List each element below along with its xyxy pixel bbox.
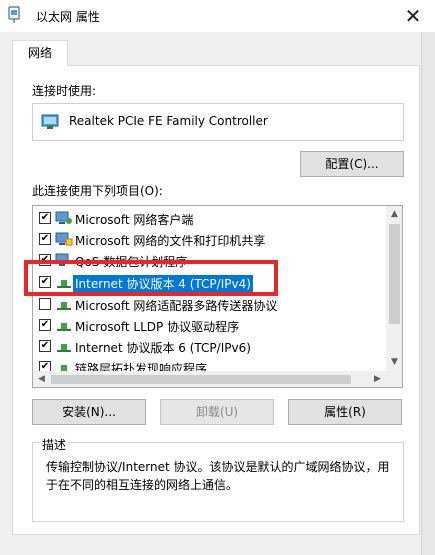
adapter-box: Realtek PCIe FE Family Controller bbox=[32, 103, 404, 141]
scroll-left-icon[interactable]: ◀ bbox=[33, 371, 50, 387]
scroll-down-icon[interactable]: ▼ bbox=[386, 354, 402, 371]
scrollbar-corner bbox=[386, 371, 402, 387]
checkbox-checked[interactable]: ✔ bbox=[39, 233, 51, 245]
list-item-label: Internet 协议版本 6 (TCP/IPv6) bbox=[75, 341, 251, 355]
scroll-up-icon[interactable]: ▲ bbox=[386, 206, 402, 223]
items-label: 此连接使用下列项目(O): bbox=[32, 184, 163, 198]
list-item-label: QoS 数据包计划程序 bbox=[75, 255, 188, 269]
scroll-right-icon[interactable]: ▶ bbox=[369, 371, 386, 387]
configure-button[interactable]: 配置(C)... bbox=[300, 151, 404, 177]
list-item-file-printer-sharing[interactable]: ✔ Microsoft 网络的文件和打印机共享 bbox=[33, 229, 386, 250]
list-item-label: Microsoft 网络的文件和打印机共享 bbox=[75, 234, 266, 248]
list-item-label: Microsoft LLDP 协议驱动程序 bbox=[75, 320, 240, 334]
list-item-label: Internet 协议版本 4 (TCP/IPv4) bbox=[73, 275, 253, 292]
network-card-icon bbox=[41, 114, 59, 129]
checkbox-checked[interactable]: ✔ bbox=[39, 319, 51, 331]
list-item-ms-network-client[interactable]: ✔ Microsoft 网络客户端 bbox=[33, 208, 386, 229]
protocol-icon bbox=[57, 280, 71, 288]
network-client-icon bbox=[55, 211, 72, 224]
list-item-label: Microsoft 网络客户端 bbox=[75, 213, 194, 227]
items-listbox[interactable]: ✔ Microsoft 网络客户端 ✔ Microsoft 网络的文件和打印机共… bbox=[32, 205, 403, 388]
protocol-icon bbox=[57, 323, 71, 331]
tab-network[interactable]: 网络 bbox=[12, 40, 68, 66]
background-window-edge bbox=[421, 32, 435, 555]
properties-button[interactable]: 属性(R) bbox=[288, 399, 402, 425]
window-title: 以太网 属性 bbox=[36, 10, 100, 24]
list-item-tcp-ipv6[interactable]: ✔ Internet 协议版本 6 (TCP/IPv6) bbox=[33, 336, 386, 357]
description-title: 描述 bbox=[40, 436, 69, 453]
network-adapter-icon bbox=[8, 6, 20, 23]
list-item-label: 链路层拓扑发现响应程序 bbox=[75, 362, 208, 371]
checkbox-checked[interactable]: ✔ bbox=[39, 361, 51, 371]
uninstall-button[interactable]: 卸载(U) bbox=[160, 399, 274, 425]
qos-icon bbox=[55, 253, 69, 266]
checkbox-checked[interactable]: ✔ bbox=[39, 340, 51, 352]
list-item-qos-packet-scheduler[interactable]: ✔ QoS 数据包计划程序 bbox=[33, 250, 386, 271]
vertical-scrollbar[interactable]: ▲ ▼ bbox=[386, 206, 402, 371]
checkbox-unchecked[interactable] bbox=[39, 298, 51, 310]
horizontal-scrollbar[interactable]: ◀ ▶ bbox=[33, 371, 386, 387]
description-text: 传输控制协议/Internet 协议。该协议是默认的广域网络协议，用于在不同的相… bbox=[46, 460, 390, 492]
list-item-lldp-driver[interactable]: ✔ Microsoft LLDP 协议驱动程序 bbox=[33, 315, 386, 336]
adapter-name: Realtek PCIe FE Family Controller bbox=[69, 114, 268, 128]
file-sharing-icon bbox=[55, 232, 73, 246]
connect-using-label: 连接时使用: bbox=[32, 84, 97, 98]
list-item-link-layer-responder[interactable]: ✔ 链路层拓扑发现响应程序 bbox=[33, 357, 386, 371]
list-item-label: Microsoft 网络适配器多路传送器协议 bbox=[75, 299, 278, 313]
protocol-icon bbox=[57, 302, 71, 310]
protocol-icon bbox=[61, 365, 67, 371]
title-bar: 以太网 属性 ✕ bbox=[0, 0, 435, 32]
checkbox-checked[interactable]: ✔ bbox=[39, 254, 51, 266]
protocol-icon bbox=[57, 344, 71, 352]
horizontal-scroll-thumb[interactable] bbox=[51, 375, 351, 384]
vertical-scroll-thumb[interactable] bbox=[389, 224, 400, 324]
list-item-tcp-ipv4[interactable]: ✔ Internet 协议版本 4 (TCP/IPv4) bbox=[33, 272, 386, 293]
checkbox-checked[interactable]: ✔ bbox=[39, 212, 51, 224]
list-item-multiplexor-protocol[interactable]: Microsoft 网络适配器多路传送器协议 bbox=[33, 294, 386, 315]
items-rows: ✔ Microsoft 网络客户端 ✔ Microsoft 网络的文件和打印机共… bbox=[33, 206, 386, 371]
checkbox-checked[interactable]: ✔ bbox=[39, 276, 51, 288]
install-button[interactable]: 安装(N)... bbox=[32, 399, 146, 425]
close-button[interactable]: ✕ bbox=[400, 2, 426, 30]
